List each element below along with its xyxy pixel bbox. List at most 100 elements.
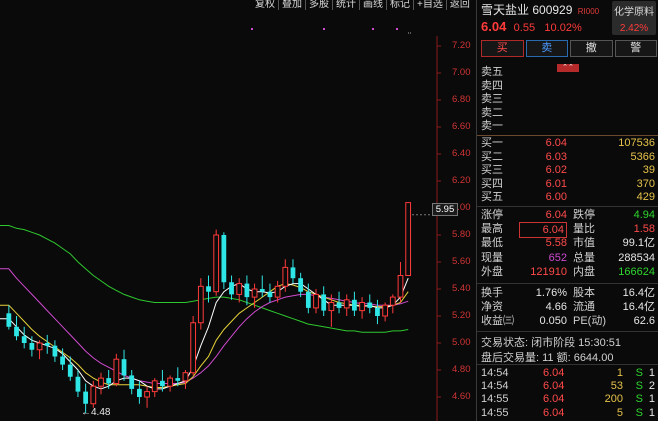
stat-row: 换手 1.76% 股本 16.4亿	[481, 286, 657, 300]
event-marker	[323, 28, 325, 30]
stat-label: 涨停	[481, 209, 503, 221]
candle-body	[367, 302, 373, 308]
bid-row[interactable]: 买二 6.03 5366	[481, 151, 657, 165]
bid-price: 6.04	[545, 137, 567, 149]
candle-body	[405, 202, 412, 277]
ask-row[interactable]: 卖二	[481, 107, 657, 121]
tick-count: 2	[648, 380, 655, 393]
candle-body	[290, 267, 296, 279]
stat-value: 6.04	[545, 209, 567, 221]
candle-body	[98, 377, 104, 387]
candle-body	[298, 278, 304, 292]
bid-volume: 107536	[618, 137, 655, 149]
ask-row[interactable]: 卖一	[481, 120, 657, 134]
price-tick-label: 4.60	[452, 391, 471, 402]
price-tick-label: 5.40	[452, 283, 471, 294]
current-price-label: 5.95	[432, 203, 458, 216]
cancel-order-button[interactable]: 撤	[570, 40, 613, 57]
tick-time: 14:54	[481, 367, 509, 379]
candle-body	[397, 275, 404, 298]
candle-body	[106, 378, 112, 384]
tick-row[interactable]: 14:54 6.04 53 S 2	[481, 380, 657, 393]
toolbar-button[interactable]: +自选	[413, 0, 446, 10]
price-tick-label: 6.60	[452, 121, 471, 132]
ask-row[interactable]: 卖五	[481, 66, 657, 80]
tick-price: 6.04	[543, 393, 565, 406]
toolbar-button[interactable]: 多股	[305, 0, 332, 10]
sell-button[interactable]: 卖	[525, 40, 568, 57]
toolbar-button[interactable]: 复权	[252, 0, 278, 10]
price-alert-button[interactable]: 警	[614, 40, 657, 57]
stat-value: 652	[548, 251, 567, 264]
stat-label: 总量	[573, 251, 595, 264]
tick-price: 6.04	[543, 406, 565, 419]
candle-body	[44, 343, 50, 346]
candle-body	[52, 345, 58, 357]
stat-label: 跌停	[573, 209, 595, 221]
candle-body	[375, 307, 380, 316]
stat-label: 最高	[481, 223, 503, 236]
buy-button[interactable]: 买	[481, 40, 524, 57]
bid-row[interactable]: 买四 6.01 370	[481, 178, 657, 192]
stat-value: 62.6	[633, 315, 655, 328]
ask-row[interactable]: 卖三	[481, 93, 657, 107]
stat-value: 99.1亿	[622, 237, 655, 250]
bid-volume: 370	[636, 177, 655, 190]
toolbar-button[interactable]: 标记	[386, 0, 413, 10]
price-tick-label: 5.00	[452, 337, 471, 348]
sector-name: 化学原料	[614, 7, 654, 18]
candle-body	[14, 326, 19, 337]
bid-level-label: 买五	[481, 191, 503, 203]
stat-row: 最低 5.58 市值 99.1亿	[481, 236, 657, 250]
candle-body	[167, 377, 173, 387]
sector-pct: 2.42%	[619, 23, 649, 34]
stat-value: 1.76%	[535, 287, 567, 299]
trade-button-row: 买 卖 撤 警	[481, 40, 657, 58]
sector-badge[interactable]: 化学原料 2.42%	[612, 1, 656, 35]
bid-row[interactable]: 买一 6.04 107536	[481, 137, 657, 151]
after-hours-volume: 盘后交易量: 11 额: 6644.00	[481, 352, 614, 364]
candle-body	[175, 378, 181, 381]
toolbar-button[interactable]: 画线	[359, 0, 386, 10]
ask-row[interactable]: 卖四	[481, 80, 657, 94]
trade-status: 交易状态: 闭市阶段 15:30:51	[481, 337, 621, 349]
stat-row: 最高 6.04 量比 1.58	[481, 222, 657, 239]
tick-row[interactable]: 14:54 6.04 1 S 1	[481, 367, 657, 380]
tick-row[interactable]: 14:55 6.04 200 S 1	[481, 393, 657, 406]
candle-body	[182, 372, 189, 382]
stat-label: 外盘	[481, 265, 503, 278]
kline-chart-area[interactable]: 复权 叠加 多股 统计 画线 标记 +自选 返回 7.20 7.00 6.80 6.60 6.40 6.…	[0, 0, 476, 421]
kline-chart[interactable]	[0, 0, 476, 421]
tick-count: 1	[648, 367, 655, 379]
bid-price: 6.00	[545, 191, 567, 203]
candle-body	[190, 322, 197, 374]
tick-side: S	[635, 393, 643, 406]
tick-row[interactable]: 14:55 6.04 5 S 1	[481, 407, 657, 420]
toolbar-button[interactable]: 返回	[445, 0, 473, 10]
candle-body	[359, 302, 365, 312]
stat-value: 4.66	[545, 301, 567, 314]
stat-label: 量比	[573, 223, 595, 236]
candle-body	[251, 288, 258, 298]
stat-label: 收益㈢	[481, 315, 514, 328]
event-marker	[396, 28, 398, 30]
price-tick-label: 5.20	[452, 310, 471, 321]
quote-header: 雪天盐业 600929 RI000 6.04 0.55 10.02% 化学原料 …	[477, 0, 658, 38]
bid-row[interactable]: 买三 6.02 39	[481, 164, 657, 178]
toolbar-button[interactable]: 统计	[332, 0, 359, 10]
candle-body	[343, 299, 350, 309]
bid-row[interactable]: 买五 6.00 429	[481, 191, 657, 205]
stat-label: PE(动)	[573, 315, 606, 328]
candle-body	[213, 234, 220, 293]
candle-body	[60, 356, 65, 365]
stat-value: 16.4亿	[622, 301, 655, 314]
price-tick-label: 5.80	[452, 229, 471, 240]
toolbar-button[interactable]: 叠加	[278, 0, 305, 10]
candle-body	[352, 299, 357, 311]
candle-body	[144, 391, 150, 398]
ask-level-label: 卖三	[481, 93, 503, 105]
price-change: 0.55	[513, 22, 536, 34]
stat-label: 换手	[481, 287, 503, 299]
candle-body	[21, 336, 27, 343]
last-price: 6.04	[481, 19, 507, 34]
